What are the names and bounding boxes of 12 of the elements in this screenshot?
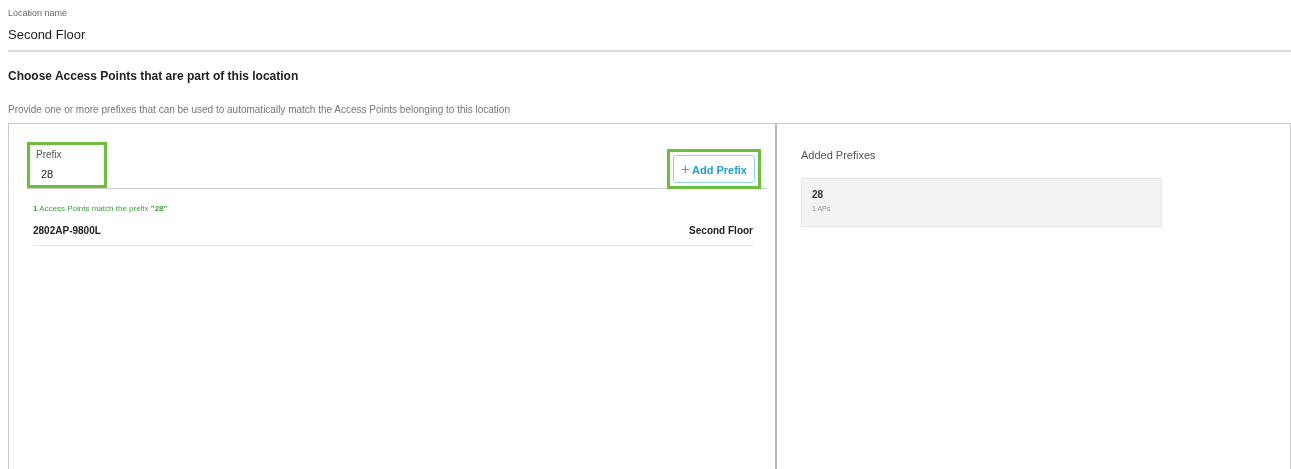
ap-name: 2802AP-9800L — [33, 225, 101, 236]
section-heading: Choose Access Points that are part of this location — [8, 69, 300, 83]
match-message: 1 Access Points match the prefix "28" — [33, 204, 169, 213]
field-label: Prefix — [36, 149, 63, 160]
section-description: Provide one or more prefixes that can be used to automatically match the Access Points belonging to this location — [8, 104, 511, 115]
location-name-field[interactable]: Second Floor — [8, 27, 1291, 42]
field-value: 28 — [41, 168, 55, 180]
prefix-value: 28 — [812, 189, 825, 200]
panel-title: Added Prefixes — [801, 149, 877, 161]
field-label: Location name — [8, 8, 69, 18]
prefix-field[interactable]: Prefix 28 — [27, 142, 107, 188]
ap-location: Second Floor — [689, 225, 753, 236]
